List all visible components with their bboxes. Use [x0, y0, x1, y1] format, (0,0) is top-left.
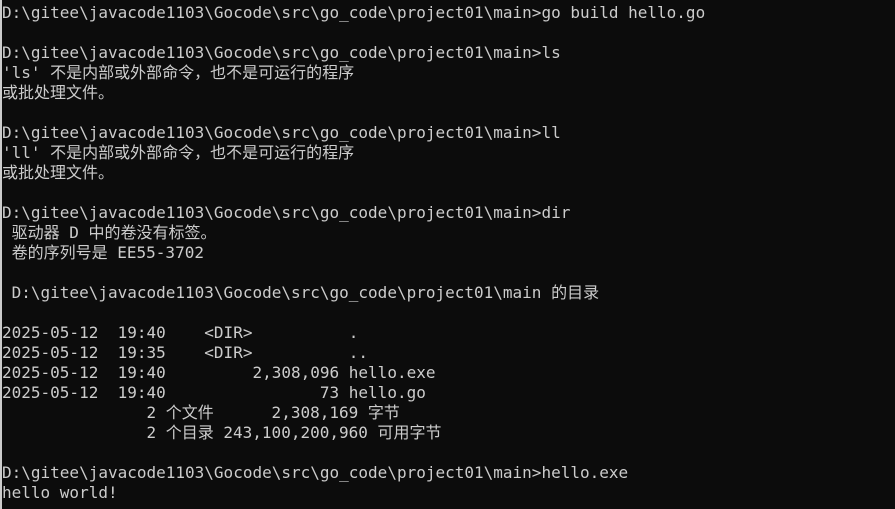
- dir-entry-hello-exe: 2025-05-12 19:40 2,308,096 hello.exe: [2, 363, 436, 382]
- terminal-line-volume-serial: 卷的序列号是 EE55-3702: [2, 243, 204, 262]
- dir-entry-current: 2025-05-12 19:40 <DIR> .: [2, 323, 359, 342]
- terminal-left-edge: [0, 0, 2, 509]
- terminal-line-ls-command: D:\gitee\javacode1103\Gocode\src\go_code…: [2, 43, 561, 62]
- dir-summary-dirs: 2 个目录 243,100,200,960 可用字节: [2, 423, 442, 442]
- terminal-line-directory-of: D:\gitee\javacode1103\Gocode\src\go_code…: [2, 283, 600, 302]
- terminal-line-ls-error-cont: 或批处理文件。: [2, 83, 115, 102]
- terminal-line-build-command: D:\gitee\javacode1103\Gocode\src\go_code…: [2, 3, 706, 22]
- terminal-line-dir-command: D:\gitee\javacode1103\Gocode\src\go_code…: [2, 203, 571, 222]
- terminal-line-ll-error: 'll' 不是内部或外部命令，也不是可运行的程序: [2, 143, 355, 162]
- terminal-window[interactable]: D:\gitee\javacode1103\Gocode\src\go_code…: [0, 0, 895, 509]
- dir-entry-hello-go: 2025-05-12 19:40 73 hello.go: [2, 383, 426, 402]
- terminal-line-ll-error-cont: 或批处理文件。: [2, 163, 115, 182]
- terminal-line-program-output: hello world!: [2, 483, 118, 502]
- dir-summary-files: 2 个文件 2,308,169 字节: [2, 403, 400, 422]
- terminal-line-ls-error: 'ls' 不是内部或外部命令，也不是可运行的程序: [2, 63, 355, 82]
- terminal-line-run-command: D:\gitee\javacode1103\Gocode\src\go_code…: [2, 463, 629, 482]
- terminal-line-ll-command: D:\gitee\javacode1103\Gocode\src\go_code…: [2, 123, 561, 142]
- dir-entry-parent: 2025-05-12 19:35 <DIR> ..: [2, 343, 369, 362]
- terminal-line-volume-label: 驱动器 D 中的卷没有标签。: [2, 223, 217, 242]
